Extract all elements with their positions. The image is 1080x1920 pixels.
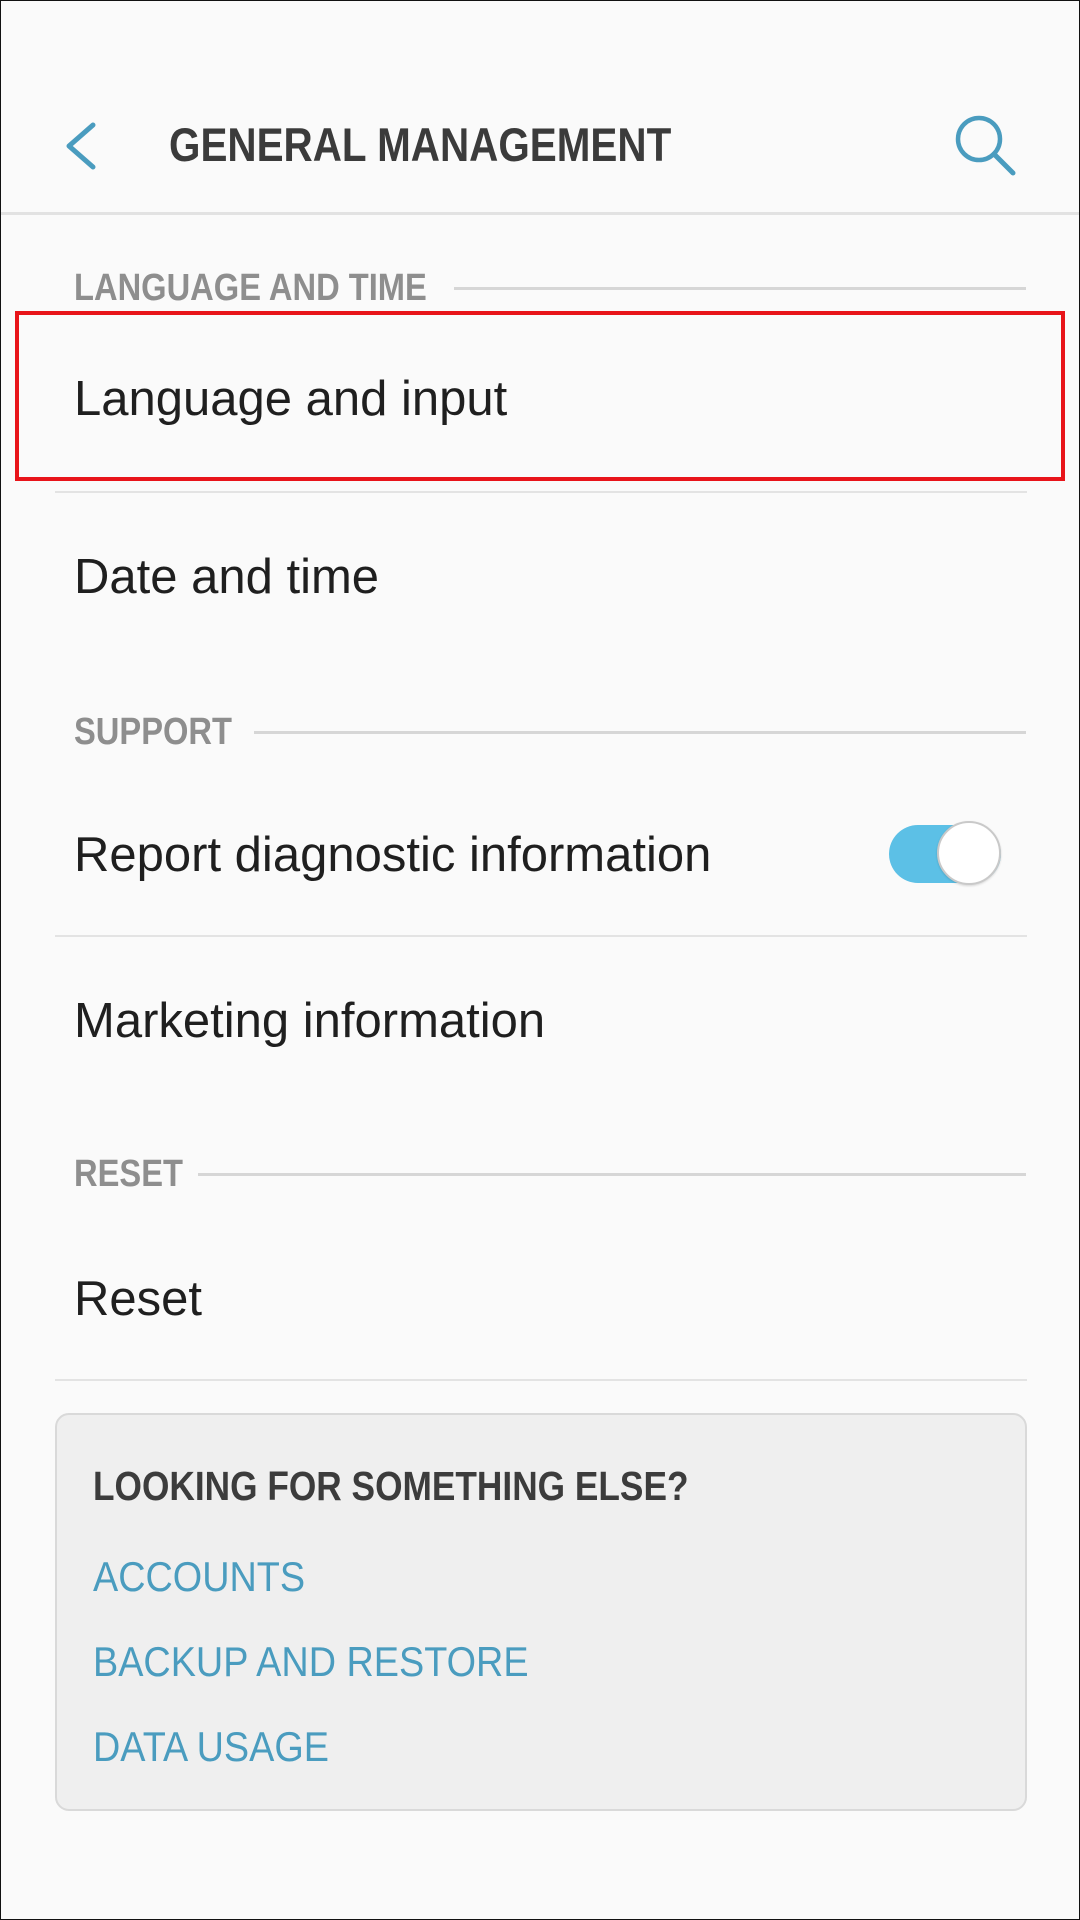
section-divider-line bbox=[254, 731, 1026, 734]
link-data-usage[interactable]: DATA USAGE bbox=[93, 1723, 329, 1771]
section-divider-line bbox=[454, 287, 1026, 290]
card-title: LOOKING FOR SOMETHING ELSE? bbox=[93, 1463, 689, 1509]
toggle-knob bbox=[937, 821, 1001, 885]
app-header: GENERAL MANAGEMENT bbox=[1, 1, 1079, 215]
link-accounts[interactable]: ACCOUNTS bbox=[93, 1553, 305, 1601]
section-header-language-and-time: LANGUAGE AND TIME bbox=[74, 263, 1026, 313]
report-diagnostic-toggle[interactable] bbox=[889, 821, 1001, 885]
section-header-support: SUPPORT bbox=[74, 707, 1026, 757]
section-label: SUPPORT bbox=[74, 710, 232, 753]
settings-item-label: Language and input bbox=[74, 372, 508, 426]
settings-item-reset[interactable]: Reset bbox=[55, 1219, 1027, 1379]
back-button[interactable] bbox=[53, 111, 117, 181]
section-label: RESET bbox=[74, 1152, 183, 1195]
row-divider bbox=[55, 491, 1027, 493]
section-divider-line bbox=[198, 1173, 1026, 1176]
search-icon bbox=[955, 115, 1016, 176]
settings-item-language-and-input[interactable]: Language and input bbox=[55, 319, 1027, 479]
row-divider bbox=[55, 935, 1027, 937]
settings-item-report-diagnostic-information[interactable]: Report diagnostic information bbox=[55, 775, 1027, 935]
settings-item-date-and-time[interactable]: Date and time bbox=[55, 497, 1027, 657]
settings-item-label: Report diagnostic information bbox=[74, 828, 712, 882]
settings-item-label: Reset bbox=[74, 1272, 203, 1326]
search-button[interactable] bbox=[951, 111, 1021, 181]
section-header-reset: RESET bbox=[74, 1149, 1026, 1199]
chevron-left-icon bbox=[66, 122, 96, 170]
link-backup-and-restore[interactable]: BACKUP AND RESTORE bbox=[93, 1638, 529, 1686]
section-label: LANGUAGE AND TIME bbox=[74, 266, 427, 309]
page-title: GENERAL MANAGEMENT bbox=[169, 118, 672, 171]
settings-item-label: Date and time bbox=[74, 550, 380, 604]
suggestions-card: LOOKING FOR SOMETHING ELSE? ACCOUNTS BAC… bbox=[55, 1413, 1027, 1811]
row-divider bbox=[55, 1379, 1027, 1381]
settings-item-label: Marketing information bbox=[74, 994, 546, 1048]
settings-item-marketing-information[interactable]: Marketing information bbox=[55, 941, 1027, 1101]
